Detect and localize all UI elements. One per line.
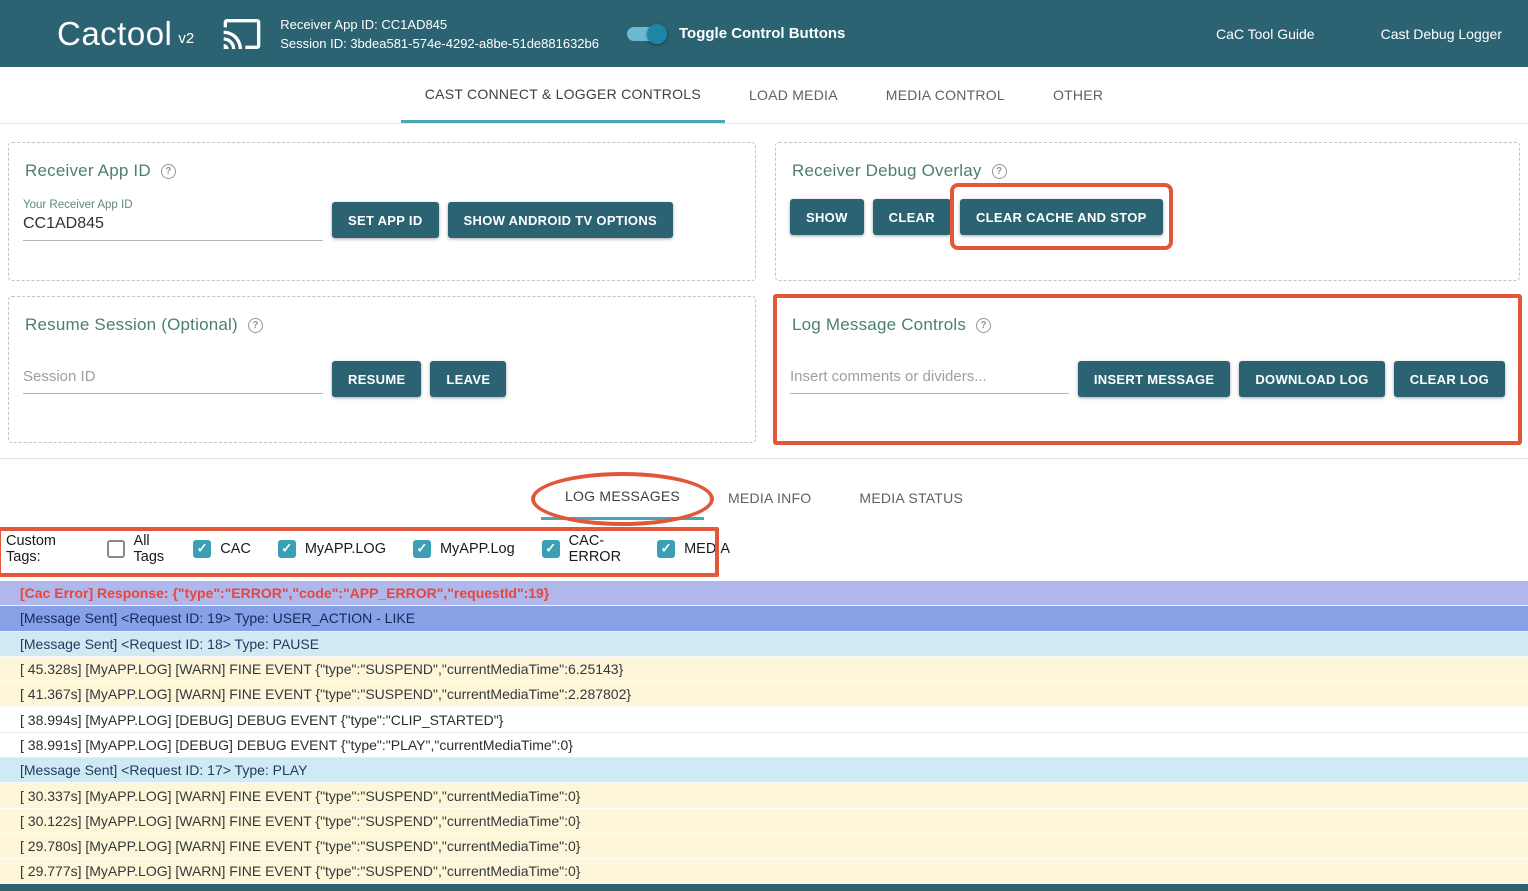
custom-tag-cac[interactable]: CAC: [193, 533, 251, 565]
panel-title-row: Log Message Controls: [792, 315, 1505, 335]
custom-tag-cac-error[interactable]: CAC-ERROR: [542, 533, 630, 565]
panel-title: Receiver Debug Overlay: [792, 161, 982, 181]
log-row: [ 41.367s] [MyAPP.LOG] [WARN] FINE EVENT…: [0, 682, 1528, 707]
tab-media-status[interactable]: MEDIA STATUS: [835, 475, 987, 520]
cactool-app: Cactool v2 Receiver App ID: CC1AD845 Ses…: [0, 0, 1528, 891]
panel-title-row: Resume Session (Optional): [25, 315, 741, 335]
custom-tag-all-tags[interactable]: All Tags: [107, 533, 167, 565]
clear-overlay-button[interactable]: CLEAR: [873, 199, 951, 235]
main-tabbar: CAST CONNECT & LOGGER CONTROLS LOAD MEDI…: [0, 67, 1528, 124]
custom-tag-media[interactable]: MEDIA: [657, 533, 730, 565]
checkbox-icon[interactable]: [107, 540, 125, 558]
panel-receiver-debug-overlay: Receiver Debug Overlay SHOW CLEAR CLEAR …: [775, 142, 1520, 281]
checkbox-icon[interactable]: [657, 540, 675, 558]
receiver-app-id-text: Receiver App ID: CC1AD845: [280, 15, 599, 34]
download-log-button[interactable]: DOWNLOAD LOG: [1239, 361, 1384, 397]
panel-content: INSERT MESSAGE DOWNLOAD LOG CLEAR LOG: [790, 361, 1505, 397]
panel-content: RESUME LEAVE: [23, 361, 741, 397]
receiver-app-id-input-group: Your Receiver App ID: [23, 199, 323, 241]
tab-other[interactable]: OTHER: [1029, 67, 1127, 123]
checkbox-icon[interactable]: [413, 540, 431, 558]
panel-title: Resume Session (Optional): [25, 315, 238, 335]
log-row: [ 45.328s] [MyAPP.LOG] [WARN] FINE EVENT…: [0, 657, 1528, 682]
panel-log-message-controls: Log Message Controls INSERT MESSAGE DOWN…: [775, 296, 1520, 443]
cast-debug-logger-link[interactable]: Cast Debug Logger: [1381, 26, 1502, 42]
help-icon[interactable]: [161, 164, 176, 179]
switch-thumb-icon: [647, 24, 667, 44]
checkbox-icon[interactable]: [193, 540, 211, 558]
set-app-id-button[interactable]: SET APP ID: [332, 202, 439, 238]
custom-tags-label: Custom Tags:: [6, 533, 89, 565]
resume-button[interactable]: RESUME: [332, 361, 421, 397]
cast-icon: [220, 14, 264, 54]
checkbox-icon[interactable]: [542, 540, 560, 558]
session-id-text: Session ID: 3bdea581-574e-4292-a8be-51de…: [280, 34, 599, 53]
tab-log-messages[interactable]: LOG MESSAGES: [541, 475, 704, 520]
log-row: [Message Sent] <Request ID: 17> Type: PL…: [0, 758, 1528, 783]
log-messages-list: [Cac Error] Response: {"type":"ERROR","c…: [0, 581, 1528, 885]
tab-load-media[interactable]: LOAD MEDIA: [725, 67, 862, 123]
tag-label: MyAPP.LOG: [305, 541, 386, 557]
leave-button[interactable]: LEAVE: [430, 361, 506, 397]
help-icon[interactable]: [976, 318, 991, 333]
tag-label: MEDIA: [684, 541, 730, 557]
tab-media-info[interactable]: MEDIA INFO: [704, 475, 835, 520]
clear-log-button[interactable]: CLEAR LOG: [1394, 361, 1505, 397]
custom-tag-myapp-log-upper[interactable]: MyAPP.LOG: [278, 533, 386, 565]
receiver-app-id-input-label: Your Receiver App ID: [23, 199, 323, 211]
panel-receiver-app-id: Receiver App ID Your Receiver App ID SET…: [8, 142, 756, 281]
insert-message-button[interactable]: INSERT MESSAGE: [1078, 361, 1231, 397]
custom-tags-list: All Tags CAC MyAPP.LOG MyAPP.Log CAC-ERR…: [107, 533, 730, 565]
app-version: v2: [178, 30, 194, 50]
custom-tag-myapp-log-mixed[interactable]: MyAPP.Log: [413, 533, 515, 565]
log-row: [Message Sent] <Request ID: 19> Type: US…: [0, 606, 1528, 631]
help-icon[interactable]: [992, 164, 1007, 179]
toggle-control-buttons-label: Toggle Control Buttons: [679, 25, 845, 42]
log-comment-input-group: [790, 365, 1069, 394]
app-header: Cactool v2 Receiver App ID: CC1AD845 Ses…: [0, 0, 1528, 67]
receiver-app-id-input[interactable]: [23, 212, 323, 241]
log-row: [ 38.994s] [MyAPP.LOG] [DEBUG] DEBUG EVE…: [0, 707, 1528, 732]
log-row: [ 30.122s] [MyAPP.LOG] [WARN] FINE EVENT…: [0, 809, 1528, 834]
panel-title-row: Receiver App ID: [25, 161, 741, 181]
show-android-tv-options-button[interactable]: SHOW ANDROID TV OPTIONS: [448, 202, 673, 238]
log-comment-input[interactable]: [790, 365, 1069, 394]
tab-media-control[interactable]: MEDIA CONTROL: [862, 67, 1029, 123]
log-row: [ 29.780s] [MyAPP.LOG] [WARN] FINE EVENT…: [0, 834, 1528, 859]
log-row: [ 29.777s] [MyAPP.LOG] [WARN] FINE EVENT…: [0, 859, 1528, 884]
clear-cache-annotated-area: CLEAR CACHE AND STOP: [960, 199, 1163, 235]
log-row: [ 38.991s] [MyAPP.LOG] [DEBUG] DEBUG EVE…: [0, 733, 1528, 758]
panel-content: Your Receiver App ID SET APP ID SHOW AND…: [23, 199, 741, 241]
panel-content: SHOW CLEAR CLEAR CACHE AND STOP: [790, 199, 1505, 235]
app-logo: Cactool v2: [57, 17, 194, 50]
log-row: [ 30.337s] [MyAPP.LOG] [WARN] FINE EVENT…: [0, 783, 1528, 808]
panel-title: Receiver App ID: [25, 161, 151, 181]
session-id-input[interactable]: [23, 365, 323, 394]
tab-cast-connect-logger-controls[interactable]: CAST CONNECT & LOGGER CONTROLS: [401, 67, 725, 123]
cac-tool-guide-link[interactable]: CaC Tool Guide: [1216, 26, 1315, 42]
tag-label: MyAPP.Log: [440, 541, 515, 557]
app-name: Cactool: [57, 17, 172, 50]
help-icon[interactable]: [248, 318, 263, 333]
panel-title-row: Receiver Debug Overlay: [792, 161, 1505, 181]
panel-resume-session: Resume Session (Optional) RESUME LEAVE: [8, 296, 756, 443]
show-overlay-button[interactable]: SHOW: [790, 199, 864, 235]
panel-title: Log Message Controls: [792, 315, 966, 335]
session-info: Receiver App ID: CC1AD845 Session ID: 3b…: [280, 15, 599, 53]
log-messages-annotated-area: LOG MESSAGES: [541, 475, 704, 520]
tag-label: All Tags: [134, 533, 167, 565]
log-row: [Cac Error] Response: {"type":"ERROR","c…: [0, 581, 1528, 606]
clear-cache-and-stop-button[interactable]: CLEAR CACHE AND STOP: [960, 199, 1163, 235]
log-tabbar: LOG MESSAGES MEDIA INFO MEDIA STATUS: [0, 459, 1528, 520]
tag-label: CAC-ERROR: [569, 533, 630, 565]
custom-tags-bar: Custom Tags: All Tags CAC MyAPP.LOG MyAP…: [0, 520, 730, 578]
checkbox-icon[interactable]: [278, 540, 296, 558]
log-row: [Message Sent] <Request ID: 18> Type: PA…: [0, 632, 1528, 657]
session-id-input-group: [23, 365, 323, 394]
toggle-control-buttons-switch[interactable]: [627, 27, 663, 41]
footer-bar: [0, 884, 1528, 891]
tag-label: CAC: [220, 541, 251, 557]
